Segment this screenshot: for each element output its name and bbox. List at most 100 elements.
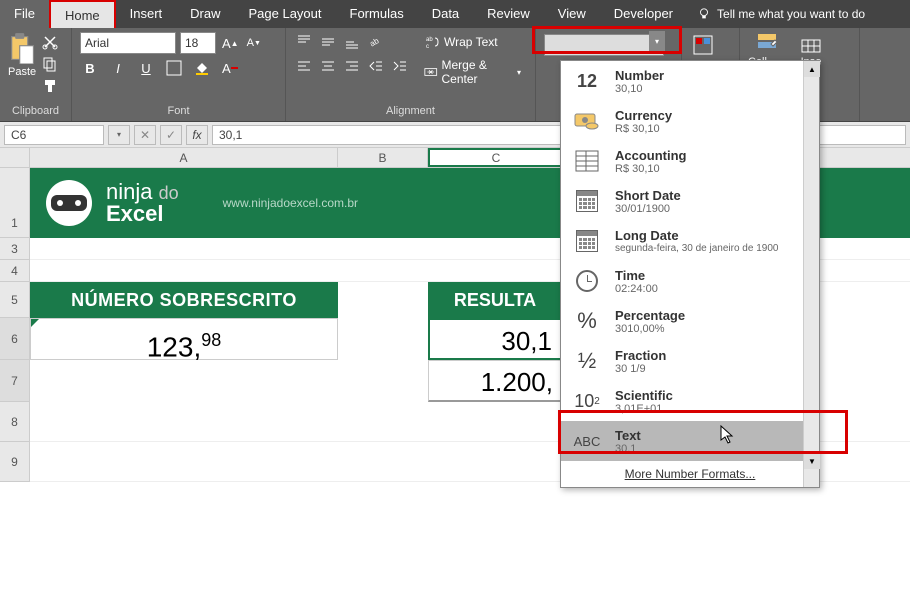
format-long-date[interactable]: Long Datesegunda-feira, 30 de janeiro de…: [561, 221, 819, 261]
tell-me-search[interactable]: Tell me what you want to do: [687, 7, 875, 21]
format-fraction-sample: 30 1/9: [615, 363, 809, 375]
tell-me-label: Tell me what you want to do: [717, 7, 865, 21]
scroll-down-button[interactable]: ▼: [804, 453, 820, 469]
mouse-cursor-icon: [720, 425, 736, 450]
menu-view[interactable]: View: [544, 0, 600, 28]
increase-indent-button[interactable]: [390, 56, 410, 76]
decrease-indent-button[interactable]: [366, 56, 386, 76]
format-short-date[interactable]: Short Date30/01/1900: [561, 181, 819, 221]
menu-draw[interactable]: Draw: [176, 0, 234, 28]
insert-function-button[interactable]: fx: [186, 125, 208, 145]
menu-page-layout[interactable]: Page Layout: [235, 0, 336, 28]
number-format-dropdown: 12 Number30,10 CurrencyR$ 30,10 Accounti…: [560, 60, 820, 488]
menu-file[interactable]: File: [0, 0, 49, 28]
format-percentage-label: Percentage: [615, 308, 809, 323]
header-resultado[interactable]: RESULTA: [428, 282, 564, 318]
scroll-up-button[interactable]: ▲: [804, 61, 820, 77]
lightbulb-icon: [697, 7, 711, 21]
select-all-corner[interactable]: [0, 148, 30, 167]
column-header-a[interactable]: A: [30, 148, 338, 167]
header-numero-sobrescrito[interactable]: NÚMERO SOBRESCRITO: [30, 282, 338, 318]
indent-left-icon: [368, 58, 384, 74]
increase-font-button[interactable]: A▲: [220, 34, 241, 53]
row-header-9[interactable]: 9: [0, 442, 29, 482]
border-button[interactable]: [164, 58, 184, 78]
name-box[interactable]: [4, 125, 104, 145]
ninja-url: www.ninjadoexcel.com.br: [223, 196, 358, 210]
format-fraction-label: Fraction: [615, 348, 809, 363]
column-header-c[interactable]: C: [428, 148, 564, 167]
menu-home[interactable]: Home: [49, 0, 116, 28]
format-painter-button[interactable]: [40, 76, 60, 96]
align-bottom-button[interactable]: [342, 32, 362, 52]
long-date-icon: [571, 227, 603, 255]
format-text-sample: 30,1: [615, 443, 809, 455]
cell-b6[interactable]: [338, 318, 428, 360]
error-indicator-icon: [31, 319, 39, 327]
cancel-formula-button[interactable]: ✕: [134, 125, 156, 145]
format-scientific[interactable]: 102 Scientific3,01E+01: [561, 381, 819, 421]
menu-insert[interactable]: Insert: [116, 0, 177, 28]
number-format-dropdown-button[interactable]: ▾: [649, 31, 665, 51]
format-percentage[interactable]: % Percentage3010,00%: [561, 301, 819, 341]
row-header-7[interactable]: 7: [0, 360, 29, 402]
text-icon: ABC: [571, 427, 603, 455]
wrap-text-button[interactable]: abc Wrap Text: [418, 32, 527, 52]
row-header-4[interactable]: 4: [0, 260, 29, 282]
align-middle-button[interactable]: [318, 32, 338, 52]
more-number-formats[interactable]: More Number Formats...: [561, 461, 819, 487]
align-right-button[interactable]: [342, 56, 362, 76]
paste-button[interactable]: Paste: [8, 32, 36, 96]
orientation-button[interactable]: ab: [366, 32, 386, 52]
row-header-3[interactable]: 3: [0, 238, 29, 260]
cell-a6[interactable]: 123,98: [30, 318, 338, 360]
underline-button[interactable]: U: [136, 58, 156, 78]
cell-b7[interactable]: [338, 360, 428, 402]
format-text[interactable]: ABC Text30,1: [561, 421, 819, 461]
row-header-5[interactable]: 5: [0, 282, 29, 318]
bold-button[interactable]: B: [80, 58, 100, 78]
dropdown-scrollbar[interactable]: ▲ ▼: [803, 61, 819, 487]
orientation-icon: ab: [368, 34, 384, 50]
menu-review[interactable]: Review: [473, 0, 544, 28]
cell-c6[interactable]: 30,1: [428, 318, 564, 360]
ribbon-clipboard-group: Paste Clipboard: [0, 28, 72, 121]
column-header-b[interactable]: B: [338, 148, 428, 167]
italic-button[interactable]: I: [108, 58, 128, 78]
cell-styles-icon: [756, 32, 778, 54]
align-top-button[interactable]: [294, 32, 314, 52]
menu-developer[interactable]: Developer: [600, 0, 687, 28]
row-header-1[interactable]: 1: [0, 168, 29, 238]
cell-a6-base: 123,: [147, 331, 202, 362]
copy-button[interactable]: [40, 54, 60, 74]
ninja-logo-icon: [46, 180, 92, 226]
font-color-button[interactable]: A: [220, 58, 240, 78]
merge-center-button[interactable]: Merge & Center ▾: [418, 56, 527, 88]
cut-button[interactable]: [40, 32, 60, 52]
format-time[interactable]: Time02:24:00: [561, 261, 819, 301]
cell-c7[interactable]: 1.200,: [428, 360, 564, 402]
cell-b5[interactable]: [338, 282, 428, 318]
percentage-icon: %: [571, 307, 603, 335]
row-header-6[interactable]: 6: [0, 318, 29, 360]
conditional-formatting-button[interactable]: [690, 32, 716, 58]
align-left-button[interactable]: [294, 56, 314, 76]
confirm-formula-button[interactable]: ✓: [160, 125, 182, 145]
decrease-font-button[interactable]: A▼: [245, 35, 263, 51]
format-number[interactable]: 12 Number30,10: [561, 61, 819, 101]
ribbon-font-group: A▲ A▼ B I U A Font: [72, 28, 286, 121]
format-currency[interactable]: CurrencyR$ 30,10: [561, 101, 819, 141]
format-accounting[interactable]: AccountingR$ 30,10: [561, 141, 819, 181]
font-family-combo[interactable]: [80, 32, 176, 54]
name-box-dropdown[interactable]: ▾: [108, 125, 130, 145]
format-fraction[interactable]: ½ Fraction30 1/9: [561, 341, 819, 381]
row-header-8[interactable]: 8: [0, 402, 29, 442]
align-center-button[interactable]: [318, 56, 338, 76]
font-group-label: Font: [80, 103, 277, 119]
format-time-label: Time: [615, 268, 809, 283]
cell-a7[interactable]: [30, 360, 338, 402]
menu-formulas[interactable]: Formulas: [336, 0, 418, 28]
font-size-combo[interactable]: [180, 32, 216, 54]
menu-data[interactable]: Data: [418, 0, 473, 28]
fill-color-button[interactable]: [192, 58, 212, 78]
